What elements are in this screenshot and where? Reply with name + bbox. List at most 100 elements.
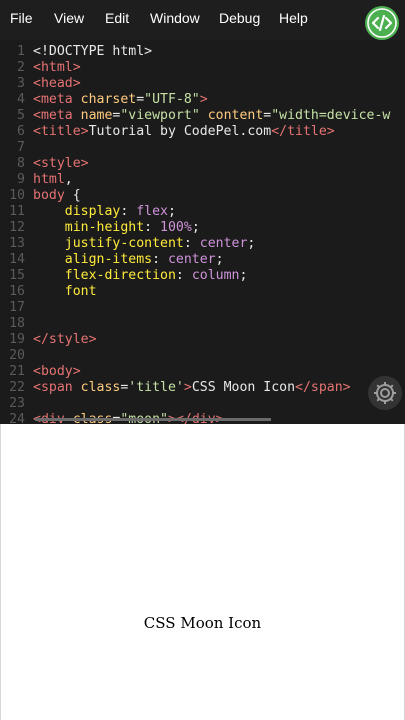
line-number: 2: [17, 60, 25, 75]
code-editor[interactable]: 24<div class="moon"></div>2322<span clas…: [0, 40, 405, 424]
menu-bar: File View Edit Window Debug Help: [0, 0, 405, 40]
preview-pane: CSS Moon Icon: [0, 424, 405, 720]
code-token: center: [167, 252, 216, 267]
menu-file[interactable]: File: [10, 10, 33, 26]
code-token: >: [183, 380, 192, 395]
code-token: </style>: [33, 332, 97, 347]
menu-edit[interactable]: Edit: [105, 10, 129, 26]
preview-title: CSS Moon Icon: [143, 614, 262, 632]
line-number: 6: [17, 124, 25, 139]
line-number: 1: [17, 44, 25, 59]
line-number: 8: [17, 156, 25, 171]
code-token: Tutorial by CodePel.com: [88, 124, 272, 139]
code-token: <!DOCTYPE html>: [33, 44, 153, 59]
menu-debug[interactable]: Debug: [219, 10, 260, 26]
menu-window[interactable]: Window: [150, 10, 200, 26]
code-token: <style>: [33, 156, 89, 171]
code-text: <head>: [33, 76, 81, 92]
code-token: 'title': [128, 380, 184, 395]
code-text: justify-content: center;: [33, 236, 256, 252]
code-token: <span: [33, 380, 81, 395]
code-token: =: [136, 92, 145, 107]
code-text: <span class='title'>CSS Moon Icon</span>: [33, 380, 351, 396]
code-text: align-items: center;: [33, 252, 224, 268]
code-text: flex-direction: column;: [33, 268, 248, 284]
code-text: <meta name="viewport" content="width=dev…: [33, 108, 390, 124]
code-token: content: [207, 108, 264, 123]
code-text: body {: [33, 188, 81, 204]
code-token: name: [80, 108, 113, 123]
code-token: font: [33, 284, 97, 299]
code-token: ;: [191, 220, 200, 235]
code-token: </span>: [295, 380, 351, 395]
code-token: ;: [168, 204, 176, 219]
line-number: 11: [9, 204, 25, 219]
line-number: 20: [9, 348, 25, 363]
code-token: ;: [239, 268, 248, 283]
code-token: <html>: [33, 60, 81, 75]
code-token: "UTF-8": [144, 92, 200, 107]
line-number: 19: [9, 332, 25, 347]
code-token: charset: [80, 92, 137, 107]
code-token: :: [144, 220, 161, 235]
code-text: <!DOCTYPE html>: [33, 44, 152, 60]
line-number: 5: [17, 108, 25, 123]
code-token: <body>: [33, 364, 81, 379]
code-token: center: [199, 236, 248, 251]
line-number: 14: [9, 252, 25, 267]
code-text: <title>Tutorial by CodePel.com</title>: [33, 124, 335, 140]
code-token: ;: [215, 252, 224, 267]
code-token: "viewport": [120, 108, 208, 123]
code-text: <meta charset="UTF-8">: [33, 92, 208, 108]
code-run-icon: [367, 8, 397, 38]
code-token: {: [64, 188, 81, 203]
gear-icon: [374, 382, 396, 404]
settings-button[interactable]: [368, 376, 402, 410]
code-token: <head>: [33, 76, 81, 91]
code-token: >: [199, 92, 208, 107]
code-text: html,: [33, 172, 73, 188]
code-text: font: [33, 284, 97, 300]
code-text: <style>: [33, 156, 89, 172]
menu-help[interactable]: Help: [279, 10, 308, 26]
code-token: <meta: [33, 108, 81, 123]
code-token: ;: [247, 236, 256, 251]
code-text: </style>: [33, 332, 97, 348]
menu-view[interactable]: View: [54, 10, 84, 26]
code-token: class: [80, 380, 121, 395]
run-button[interactable]: [365, 6, 399, 40]
line-number: 15: [9, 268, 25, 283]
line-number: 7: [17, 140, 25, 155]
code-token: column: [191, 268, 240, 283]
code-token: flex: [136, 204, 168, 219]
code-token: ,: [64, 172, 73, 187]
line-number: 9: [17, 172, 25, 187]
code-token: display: [33, 204, 121, 219]
code-token: :: [183, 236, 200, 251]
line-number: 10: [9, 188, 25, 203]
code-token: :: [120, 204, 137, 219]
line-number: 4: [17, 92, 25, 107]
code-token: 100%: [160, 220, 192, 235]
code-text: <body>: [33, 364, 81, 380]
code-token: html: [33, 172, 65, 187]
code-token: :: [152, 252, 168, 267]
line-number: 18: [9, 316, 25, 331]
code-token: min-height: [33, 220, 145, 235]
code-token: <meta: [33, 92, 81, 107]
code-token: justify-content: [33, 236, 184, 251]
line-number: 23: [9, 396, 25, 411]
code-text: min-height: 100%;: [33, 220, 200, 236]
line-number: 22: [9, 380, 25, 395]
code-token: <title>: [33, 124, 89, 139]
line-number: 13: [9, 236, 25, 251]
code-token: :: [175, 268, 192, 283]
line-number: 21: [9, 364, 25, 379]
horizontal-scrollbar[interactable]: [35, 418, 271, 421]
line-number: 3: [17, 76, 25, 91]
code-token: flex-direction: [33, 268, 176, 283]
code-token: "width=device-w: [271, 108, 391, 123]
code-token: align-items: [33, 252, 153, 267]
code-text: <html>: [33, 60, 81, 76]
code-text: display: flex;: [33, 204, 176, 220]
